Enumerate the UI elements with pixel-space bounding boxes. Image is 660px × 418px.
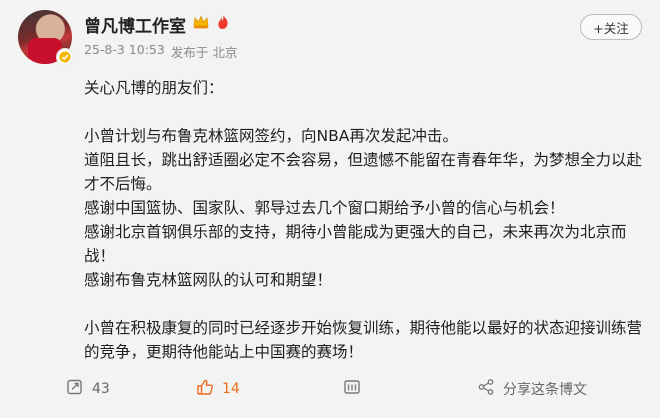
share-label: 分享这条博文 bbox=[503, 382, 587, 398]
post-header: 曾凡博工作室 25-8-3 10:53 发布于 北京 +关注 bbox=[0, 0, 660, 70]
like-count: 14 bbox=[222, 381, 240, 397]
post-meta: 25-8-3 10:53 发布于 北京 bbox=[84, 42, 237, 61]
post-line: 道阻且长，跳出舒适圈必定不会容易，但遗憾不能留在青春年华，为梦想全力以赴 bbox=[84, 151, 643, 169]
post-line: 感谢北京首钢俱乐部的支持，期待小曾能成为更强大的自己，未来再次为北京而 bbox=[84, 223, 627, 241]
post-line: 的竞争，更期待他能站上中国赛的赛场！ bbox=[84, 343, 364, 361]
follow-label: +关注 bbox=[593, 20, 629, 36]
like-icon bbox=[196, 378, 214, 400]
author-name-row: 曾凡博工作室 bbox=[84, 12, 230, 37]
repost-icon bbox=[66, 378, 84, 400]
collect-button[interactable] bbox=[343, 378, 361, 400]
share-icon bbox=[477, 378, 495, 400]
post-line: 战！ bbox=[84, 247, 116, 265]
post-line: 关心凡博的朋友们： bbox=[84, 79, 224, 97]
post-timestamp[interactable]: 25-8-3 10:53 bbox=[84, 42, 165, 61]
fire-badge-icon bbox=[216, 14, 230, 35]
post-line: 小曾在积极康复的同时已经逐步开始恢复训练，期待他能以最好的状态迎接训练营 bbox=[84, 319, 643, 337]
like-button[interactable]: 14 bbox=[196, 378, 240, 400]
post-line: 小曾计划与布鲁克林篮网签约，向NBA再次发起冲击。 bbox=[84, 127, 458, 145]
post-line: 感谢布鲁克林篮网队的认可和期望！ bbox=[84, 271, 333, 289]
post-actions: 43 14 分享这条博文 bbox=[0, 374, 660, 404]
collect-icon bbox=[343, 378, 361, 400]
author-name[interactable]: 曾凡博工作室 bbox=[84, 12, 186, 37]
vip-crown-icon bbox=[192, 14, 210, 35]
repost-count: 43 bbox=[92, 381, 110, 397]
post-source: 发布于 北京 bbox=[170, 45, 238, 60]
follow-button[interactable]: +关注 bbox=[580, 14, 642, 40]
post-line: 感谢中国篮协、国家队、郭导过去几个窗口期给予小曾的信心与机会！ bbox=[84, 199, 565, 217]
post-line: 才不后悔。 bbox=[84, 175, 162, 193]
post-body: 关心凡博的朋友们： 小曾计划与布鲁克林篮网签约，向NBA再次发起冲击。 道阻且长… bbox=[84, 76, 654, 364]
share-button[interactable]: 分享这条博文 bbox=[477, 378, 587, 400]
verified-badge-icon bbox=[56, 48, 74, 66]
repost-button[interactable]: 43 bbox=[66, 378, 110, 400]
